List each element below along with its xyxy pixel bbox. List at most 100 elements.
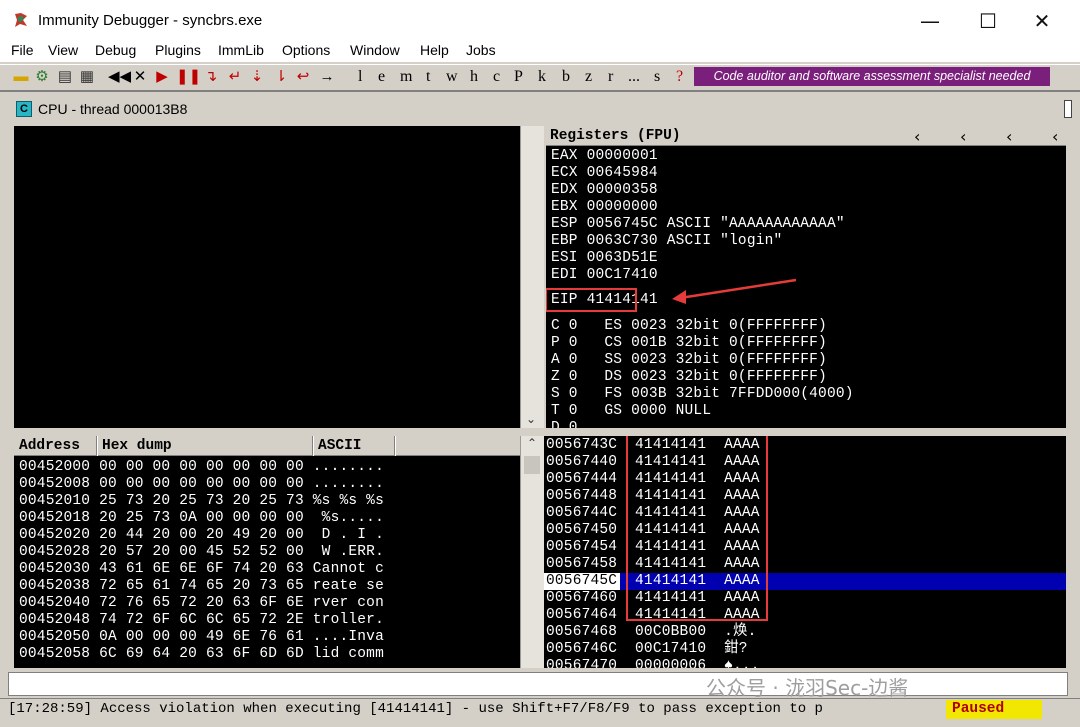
column-divider[interactable] bbox=[96, 436, 98, 456]
step-into-icon[interactable]: ↴ bbox=[202, 67, 220, 87]
dump-row[interactable]: 00452008 00 00 00 00 00 00 00 00 .......… bbox=[19, 476, 384, 493]
step-over-icon[interactable]: ↵ bbox=[226, 67, 244, 87]
menu-options[interactable]: Options bbox=[282, 42, 330, 58]
immunity-logo-icon bbox=[15, 13, 27, 27]
minimize-button[interactable]: — bbox=[908, 8, 952, 34]
dump-row[interactable]: 00452040 72 76 65 72 20 63 6F 6E rver co… bbox=[19, 595, 384, 612]
register-ebx[interactable]: EBX 00000000 bbox=[551, 199, 658, 216]
toolbar-handles-button[interactable]: h bbox=[470, 67, 478, 87]
cpu-window-restore-button[interactable] bbox=[1064, 100, 1072, 118]
disassembly-scrollbar[interactable]: ⌄ bbox=[520, 126, 544, 428]
hex-dump-scrollbar[interactable]: ⌃ bbox=[520, 436, 544, 668]
toolbar-breakpoints-button[interactable]: b bbox=[562, 67, 570, 87]
scroll-up-icon[interactable]: ⌃ bbox=[527, 436, 537, 450]
dump-col-ascii[interactable]: ASCII bbox=[318, 438, 362, 454]
register-esi[interactable]: ESI 0063D51E bbox=[551, 250, 658, 267]
register-ebp[interactable]: EBP 0063C730 ASCII "login" bbox=[551, 233, 782, 250]
hex-dump-pane[interactable]: Address Hex dump ASCII 00452000 00 00 00… bbox=[14, 436, 520, 668]
flag-d[interactable]: D 0 bbox=[551, 420, 578, 428]
menu-jobs[interactable]: Jobs bbox=[466, 42, 496, 58]
chevron-left-icon[interactable]: ‹ bbox=[1006, 127, 1012, 146]
go-to-icon[interactable]: → bbox=[318, 67, 336, 87]
toolbar-cpu-button[interactable]: c bbox=[493, 67, 500, 87]
restart-icon[interactable]: ⚙ bbox=[32, 67, 52, 87]
status-bar: [17:28:59] Access violation when executi… bbox=[0, 698, 1080, 720]
toolbar-memory-button[interactable]: m bbox=[400, 67, 412, 87]
menu-help[interactable]: Help bbox=[420, 42, 449, 58]
chevron-left-icon[interactable]: ‹ bbox=[1052, 127, 1058, 146]
trace-into-icon[interactable]: ⇣ bbox=[248, 67, 266, 87]
toolbar-windows-button[interactable]: w bbox=[446, 67, 458, 87]
toolbar-references-button[interactable]: z bbox=[585, 67, 592, 87]
dump-col-hex[interactable]: Hex dump bbox=[102, 438, 172, 454]
menu-view[interactable]: View bbox=[48, 42, 78, 58]
dump-row[interactable]: 00452050 0A 00 00 00 49 6E 76 61 ....Inv… bbox=[19, 629, 384, 646]
flag-a-ss[interactable]: A 0 SS 0023 32bit 0(FFFFFFFF) bbox=[551, 352, 827, 369]
dump-row[interactable]: 00452000 00 00 00 00 00 00 00 00 .......… bbox=[19, 459, 384, 476]
execute-till-return-icon[interactable]: ↩ bbox=[294, 67, 312, 87]
close-button[interactable]: ✕ bbox=[1020, 8, 1064, 34]
toolbar-help-button[interactable]: ? bbox=[676, 67, 683, 87]
toolbar-callstack-button[interactable]: k bbox=[538, 67, 546, 87]
menu-bar: File View Debug Plugins ImmLib Options W… bbox=[0, 40, 1080, 62]
attach-icon[interactable]: ▦ bbox=[78, 67, 96, 87]
close-file-icon[interactable]: ▤ bbox=[56, 67, 74, 87]
disassembly-pane[interactable] bbox=[14, 126, 520, 428]
cpu-window-icon: C bbox=[16, 101, 32, 117]
promo-banner[interactable]: Code auditor and software assessment spe… bbox=[694, 67, 1050, 86]
stack-row[interactable]: 0056746C 00C17410 鉗? bbox=[546, 641, 748, 658]
stack-pane[interactable]: 0056743C 41414141 AAAA 00567440 41414141… bbox=[544, 436, 1066, 668]
toolbar-more-button[interactable]: ... bbox=[628, 67, 640, 87]
toolbar-source-button[interactable]: s bbox=[654, 67, 660, 87]
toolbar-threads-button[interactable]: t bbox=[426, 67, 430, 87]
dump-row[interactable]: 00452038 72 65 61 74 65 20 73 65 reate s… bbox=[19, 578, 384, 595]
dump-row[interactable]: 00452010 25 73 20 25 73 20 25 73 %s %s %… bbox=[19, 493, 384, 510]
status-paused-badge: Paused bbox=[946, 700, 1042, 719]
register-ecx[interactable]: ECX 00645984 bbox=[551, 165, 658, 182]
chevron-left-icon[interactable]: ‹ bbox=[960, 127, 966, 146]
pause-icon[interactable]: ❚❚ bbox=[176, 67, 201, 87]
register-edx[interactable]: EDX 00000358 bbox=[551, 182, 658, 199]
scroll-down-icon[interactable]: ⌄ bbox=[526, 412, 536, 426]
column-divider[interactable] bbox=[394, 436, 396, 456]
toolbar-patches-button[interactable]: P bbox=[514, 67, 523, 87]
menu-plugins[interactable]: Plugins bbox=[155, 42, 201, 58]
dump-col-address[interactable]: Address bbox=[19, 438, 80, 454]
eip-highlight-box bbox=[546, 288, 637, 312]
scroll-thumb[interactable] bbox=[524, 456, 540, 474]
flag-s-fs[interactable]: S 0 FS 003B 32bit 7FFDD000(4000) bbox=[551, 386, 854, 403]
dump-row[interactable]: 00452058 6C 69 64 20 63 6F 6D 6D lid com… bbox=[19, 646, 384, 663]
dump-row[interactable]: 00452020 20 44 20 00 20 49 20 00 D . I . bbox=[19, 527, 384, 544]
dump-row[interactable]: 00452048 74 72 6F 6C 6C 65 72 2E troller… bbox=[19, 612, 384, 629]
register-esp[interactable]: ESP 0056745C ASCII "AAAAAAAAAAAA" bbox=[551, 216, 845, 233]
open-folder-icon[interactable]: ▬ bbox=[12, 67, 30, 87]
stack-row[interactable]: 00567468 00C0BB00 .焕. bbox=[546, 624, 757, 641]
menu-file[interactable]: File bbox=[11, 42, 34, 58]
menu-debug[interactable]: Debug bbox=[95, 42, 136, 58]
command-line-input[interactable] bbox=[8, 672, 1068, 696]
flag-t-gs[interactable]: T 0 GS 0000 NULL bbox=[551, 403, 711, 420]
toolbar-log-button[interactable]: l bbox=[358, 67, 362, 87]
menu-immlib[interactable]: ImmLib bbox=[218, 42, 264, 58]
chevron-left-icon[interactable]: ‹ bbox=[914, 127, 920, 146]
toolbar-modules-button[interactable]: e bbox=[378, 67, 385, 87]
dump-row[interactable]: 00452028 20 57 20 00 45 52 52 00 W .ERR. bbox=[19, 544, 384, 561]
rewind-icon[interactable]: ◀◀ bbox=[108, 67, 131, 87]
register-edi[interactable]: EDI 00C17410 bbox=[551, 267, 658, 284]
stop-icon[interactable]: ✕ bbox=[132, 67, 148, 87]
flag-z-ds[interactable]: Z 0 DS 0023 32bit 0(FFFFFFFF) bbox=[551, 369, 827, 386]
column-divider[interactable] bbox=[312, 436, 314, 456]
maximize-button[interactable]: ☐ bbox=[966, 8, 1010, 34]
stack-row[interactable]: 00567470 00000006 ♠... bbox=[546, 658, 760, 668]
registers-header[interactable]: Registers (FPU) ‹ ‹ ‹ ‹ bbox=[546, 126, 1066, 146]
dump-row[interactable]: 00452030 43 61 6E 6E 6F 74 20 63 Cannot … bbox=[19, 561, 384, 578]
toolbar-runtrace-button[interactable]: r bbox=[608, 67, 613, 87]
dump-row[interactable]: 00452018 20 25 73 0A 00 00 00 00 %s..... bbox=[19, 510, 384, 527]
registers-pane[interactable]: Registers (FPU) ‹ ‹ ‹ ‹ EAX 00000001 ECX… bbox=[546, 126, 1066, 428]
register-eax[interactable]: EAX 00000001 bbox=[551, 148, 658, 165]
menu-window[interactable]: Window bbox=[350, 42, 400, 58]
flag-p-cs[interactable]: P 0 CS 001B 32bit 0(FFFFFFFF) bbox=[551, 335, 827, 352]
flag-c-es[interactable]: C 0 ES 0023 32bit 0(FFFFFFFF) bbox=[551, 318, 827, 335]
run-icon[interactable]: ▶ bbox=[154, 67, 170, 87]
trace-over-icon[interactable]: ⇂ bbox=[272, 67, 290, 87]
